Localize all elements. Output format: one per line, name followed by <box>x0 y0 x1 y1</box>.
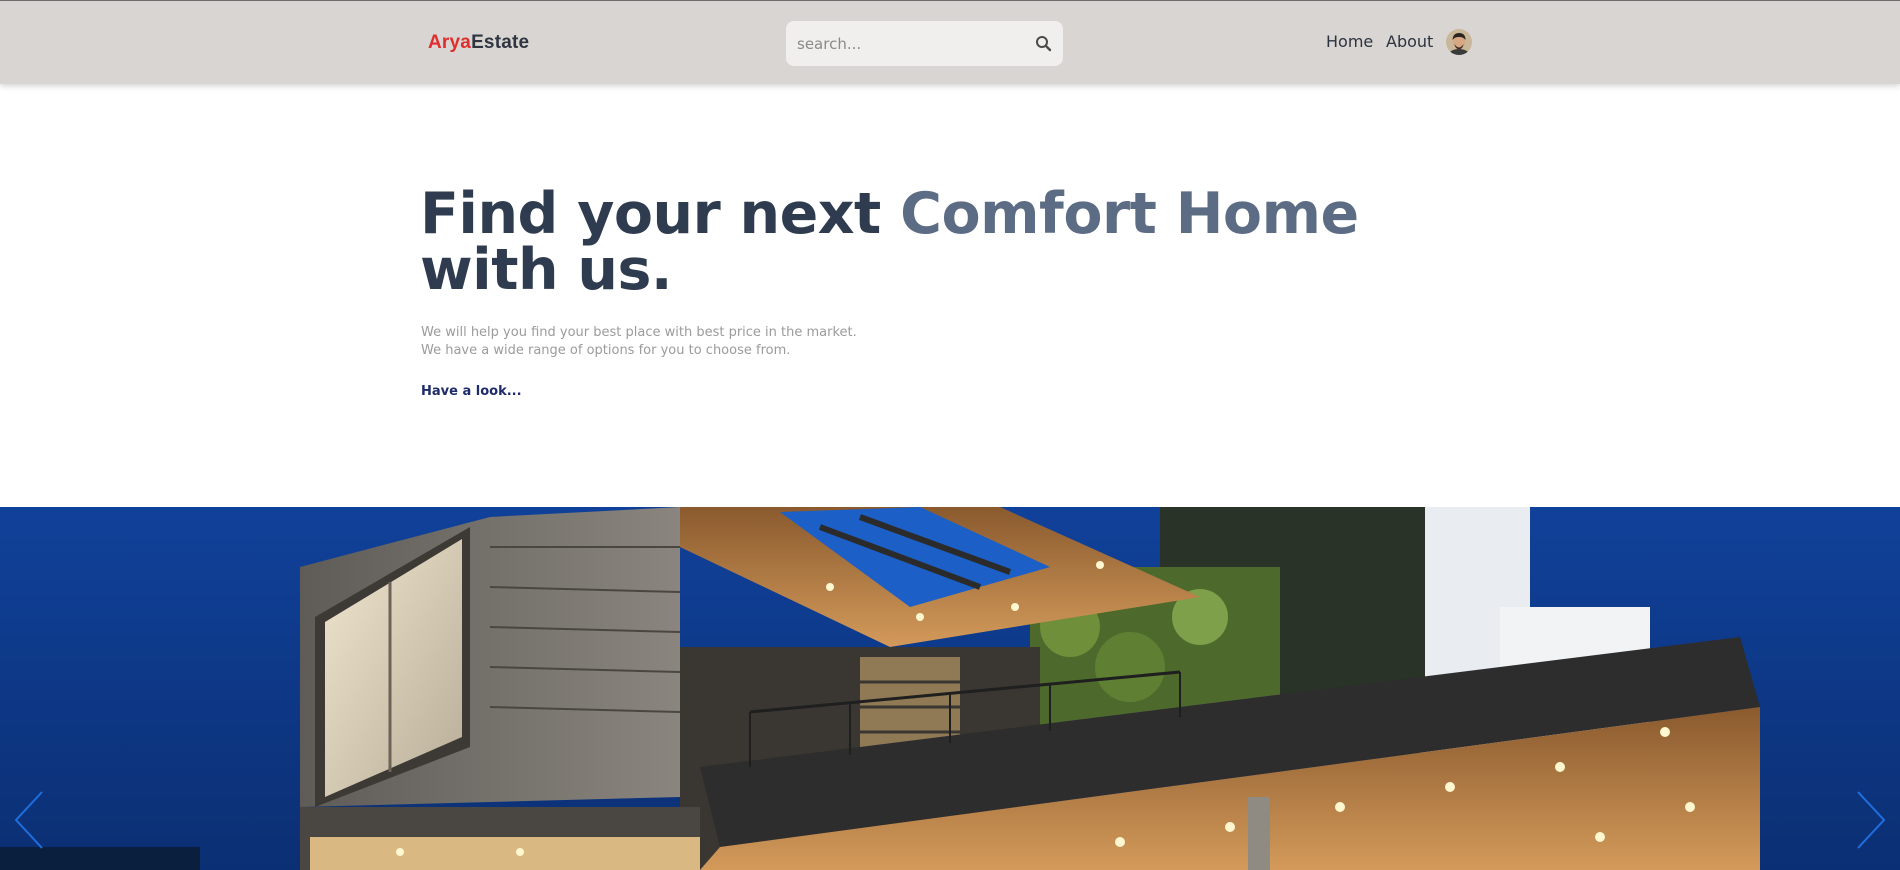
search-input[interactable] <box>786 21 1016 66</box>
user-avatar[interactable] <box>1446 29 1472 55</box>
have-a-look-link[interactable]: Have a look... <box>421 384 522 399</box>
hero-subtitle-line1: We will help you find your best place wi… <box>421 325 857 340</box>
carousel-next-button[interactable] <box>1856 790 1886 850</box>
logo-part-estate: Estate <box>471 32 530 53</box>
hero-title: Find your next Comfort Home with us. <box>420 186 1359 299</box>
search-icon[interactable] <box>1035 35 1052 52</box>
chevron-left-icon <box>14 791 43 849</box>
hero-title-part2: with us. <box>420 237 673 303</box>
carousel-slide-image <box>0 507 1900 870</box>
hero-subtitle: We will help you find your best place wi… <box>421 324 857 360</box>
page: AryaEstate Home About Find your nex <box>0 0 1900 870</box>
nav-home-link[interactable]: Home <box>1326 32 1373 52</box>
hero-subtitle-line2: We have a wide range of options for you … <box>421 343 791 358</box>
chevron-right-icon <box>1857 791 1886 849</box>
nav-about-link[interactable]: About <box>1386 32 1433 52</box>
hero-title-accent: Comfort Home <box>900 181 1359 247</box>
carousel-prev-button[interactable] <box>14 790 44 850</box>
brand-logo[interactable]: AryaEstate <box>428 31 529 55</box>
search-bar <box>786 21 1063 66</box>
logo-part-arya: Arya <box>428 32 472 53</box>
navbar: AryaEstate Home About <box>0 0 1900 84</box>
